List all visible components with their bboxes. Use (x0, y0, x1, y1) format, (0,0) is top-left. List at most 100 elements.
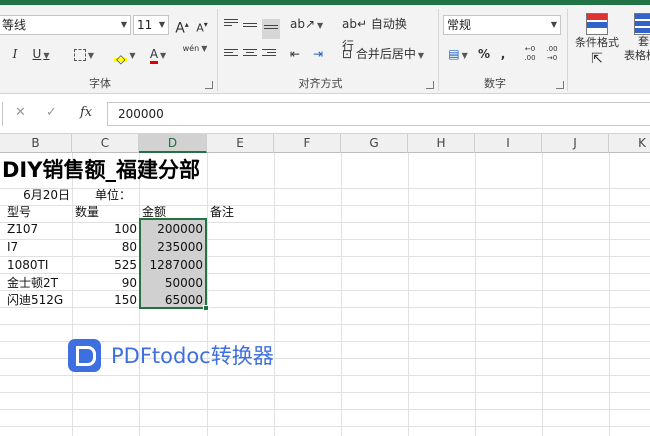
alignment-group: ab↗ ▼ ab↵ 自动换行 ⇤ ⇥ ⊡ 合并后居中 ▼ 对齐方式 (218, 5, 438, 94)
formula-input[interactable]: 200000 (107, 102, 650, 126)
wrap-text-icon: ab↵ (342, 17, 368, 31)
gridline (0, 392, 650, 393)
chevron-down-icon: ▼ (120, 20, 127, 29)
table-cell-qty[interactable]: 100 (72, 221, 139, 238)
align-top-icon[interactable] (224, 19, 238, 31)
underline-button[interactable]: U ▼ (28, 43, 54, 65)
gridline (408, 153, 409, 436)
table-cell-model[interactable]: Z107 (4, 221, 72, 238)
table-cell-amount[interactable]: 1287000 (139, 257, 207, 274)
column-header-f[interactable]: F (274, 134, 341, 153)
column-header-d[interactable]: D (139, 134, 207, 153)
merge-center-button[interactable]: ⊡ 合并后居中 ▼ (342, 43, 434, 65)
grow-font-label: A (175, 20, 185, 37)
shrink-font-label: A (196, 21, 204, 35)
font-name-select[interactable]: 等线 ▼ (0, 15, 131, 35)
header-amount-cell[interactable]: 金额 (139, 204, 207, 221)
table-cell-qty[interactable]: 90 (72, 275, 139, 292)
table-cell-amount[interactable]: 50000 (139, 275, 207, 292)
table-cell-qty[interactable]: 525 (72, 257, 139, 274)
decrease-indent-button[interactable]: ⇤ (286, 43, 304, 65)
column-header-k[interactable]: K (609, 134, 650, 153)
header-note-cell[interactable]: 备注 (207, 204, 274, 221)
align-center-icon[interactable] (243, 49, 257, 61)
percent-button[interactable]: % (477, 43, 491, 65)
chevron-down-icon: ▼ (158, 20, 165, 29)
currency-icon: ▤ (448, 47, 460, 61)
number-group: 常规 ▼ ▤ ▼ % , ←0 .00 .00 →0 数字 (439, 5, 567, 94)
table-cell-model[interactable]: 金士顿2T (4, 275, 72, 292)
font-group-label: 字体 (89, 77, 111, 90)
column-header-c[interactable]: C (72, 134, 139, 153)
fill-color-button[interactable]: ◇ ▼ (110, 43, 140, 66)
chevron-down-icon: ▼ (129, 51, 136, 60)
text-orientation-icon: ab↗ (290, 17, 316, 31)
align-bottom-icon[interactable] (262, 19, 280, 39)
watermark: PDFtodoc转换器 (68, 338, 274, 372)
font-size-value: 11 (137, 18, 153, 32)
border-button[interactable]: ▼ (70, 43, 98, 65)
table-cell-amount[interactable]: 65000 (139, 292, 207, 309)
column-header-i[interactable]: I (475, 134, 542, 153)
font-color-label: A (149, 47, 159, 64)
table-cell-qty[interactable]: 150 (72, 292, 139, 309)
align-middle-icon[interactable] (243, 21, 257, 33)
comma-button[interactable]: , (497, 43, 509, 65)
font-size-select[interactable]: 11 ▼ (133, 15, 169, 35)
insert-function-icon[interactable]: fx (80, 105, 92, 120)
table-cell-qty[interactable]: 80 (72, 239, 139, 256)
phonetic-button[interactable]: wén ▼ (180, 43, 210, 65)
decrease-decimal-label: .00 →0 (546, 45, 558, 62)
table-cell-model[interactable]: I7 (4, 239, 72, 256)
date-cell[interactable]: 6月20日 (0, 187, 72, 204)
outdent-icon: ⇤ (289, 47, 301, 61)
increase-indent-button[interactable]: ⇥ (308, 43, 328, 65)
italic-button[interactable]: I (8, 43, 22, 65)
table-format-icon (634, 13, 650, 35)
sheet-title-cell[interactable]: DIY销售额_福建分部 (2, 156, 200, 184)
table-cell-model[interactable]: 1080TI (4, 257, 72, 274)
unit-label-cell[interactable]: 单位： (92, 187, 152, 204)
name-box[interactable] (0, 102, 3, 126)
table-cell-amount[interactable]: 200000 (139, 221, 207, 238)
align-left-icon[interactable] (224, 49, 238, 61)
wrap-text-button[interactable]: ab↵ 自动换行 (342, 13, 412, 53)
paint-bucket-icon: ◇ (114, 48, 128, 66)
font-group: 等线 ▼ 11 ▼ A▴ A▾ I U ▼ ▼ ◇ ▼ A ▼ wén ▼ 字体 (0, 5, 217, 94)
conditional-format-icon (586, 13, 608, 35)
chevron-down-icon: ▼ (317, 21, 324, 30)
italic-label: I (12, 47, 18, 61)
number-dialog-launcher[interactable] (556, 81, 564, 89)
increase-decimal-button[interactable]: ←0 .00 (521, 45, 539, 67)
table-cell-model[interactable]: 闪迪512G (4, 292, 72, 309)
header-qty-cell[interactable]: 数量 (72, 204, 139, 221)
column-header-g[interactable]: G (341, 134, 408, 153)
gridline (542, 153, 543, 436)
alignment-dialog-launcher[interactable] (426, 81, 434, 89)
column-header-h[interactable]: H (408, 134, 475, 153)
gridline (0, 375, 650, 376)
conditional-format-button[interactable]: 条件格式 ⇱ (572, 9, 622, 79)
align-right-icon[interactable] (262, 49, 276, 61)
currency-button[interactable]: ▤ ▼ (443, 43, 473, 65)
enter-icon[interactable]: ✓ (46, 105, 57, 120)
chevron-down-icon: ▼ (160, 51, 167, 60)
shrink-font-button[interactable]: A▾ (193, 14, 211, 36)
font-color-button[interactable]: A ▼ (144, 43, 172, 65)
cancel-icon[interactable]: ✕ (15, 105, 26, 120)
orientation-button[interactable]: ab↗ ▼ (290, 13, 324, 35)
decrease-decimal-button[interactable]: .00 →0 (543, 45, 561, 67)
border-icon (73, 48, 86, 61)
number-format-value: 常规 (447, 18, 472, 32)
column-header-b[interactable]: B (0, 134, 72, 153)
format-as-table-button[interactable]: 套 表格格 (624, 9, 650, 79)
column-header-j[interactable]: J (542, 134, 609, 153)
chevron-down-icon: ▼ (461, 51, 468, 60)
column-header-e[interactable]: E (207, 134, 274, 153)
underline-label: U (32, 47, 42, 61)
number-format-select[interactable]: 常规 ▼ (443, 15, 561, 35)
header-model-cell[interactable]: 型号 (4, 204, 72, 221)
font-dialog-launcher[interactable] (205, 81, 213, 89)
table-cell-amount[interactable]: 235000 (139, 239, 207, 256)
grow-font-button[interactable]: A▴ (173, 14, 191, 37)
